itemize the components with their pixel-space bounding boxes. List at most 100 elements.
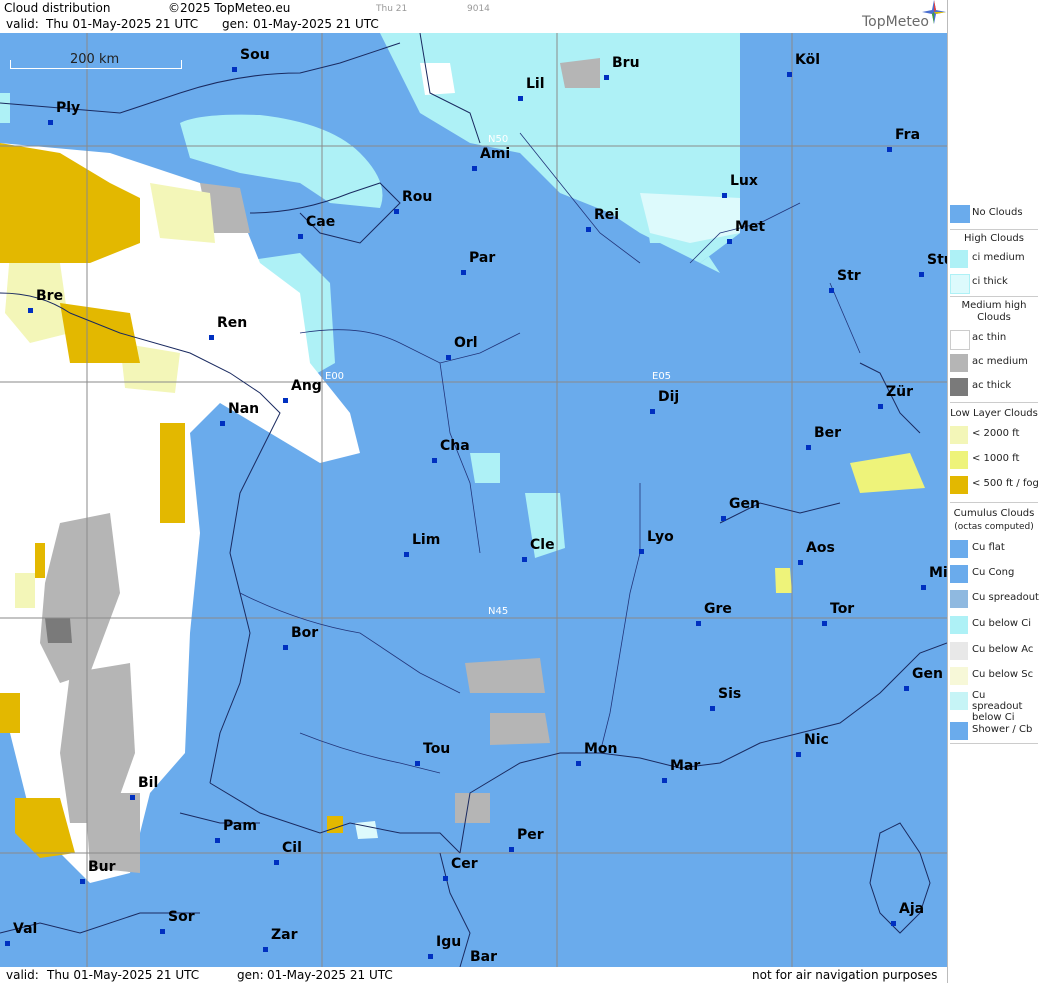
city-name: Mar (670, 758, 701, 774)
city-name: Sou (240, 47, 270, 63)
city-name: Aja (899, 901, 925, 917)
footer-gen-label: gen: (237, 968, 264, 982)
legend-shower-cb: Shower / Cb (948, 720, 1039, 742)
city-marker-icon (710, 706, 715, 711)
city-name: Aos (806, 540, 835, 556)
city-marker-icon (428, 954, 433, 959)
city-name: Mon (584, 741, 618, 757)
city-marker-icon (806, 445, 811, 450)
city-marker-icon (509, 847, 514, 852)
city-marker-icon (721, 516, 726, 521)
city-name: Igu (436, 934, 462, 950)
city-marker-icon (232, 67, 237, 72)
city-marker-icon (787, 72, 792, 77)
city-marker-icon (822, 621, 827, 626)
valid-label: valid: (6, 17, 39, 31)
city-marker-icon (28, 308, 33, 313)
legend-swatch-shower-cb (950, 722, 968, 740)
legend-swatch-cu-spreadout (950, 590, 968, 608)
city-name: Ang (291, 378, 322, 394)
city-marker-icon (696, 621, 701, 626)
city-marker-icon (274, 860, 279, 865)
city-marker-icon (220, 421, 225, 426)
city-marker-icon (662, 778, 667, 783)
city-name: Ren (217, 315, 248, 331)
legend-low-500: < 500 ft / fog (948, 474, 1039, 496)
legend-swatch-ac-medium (950, 354, 968, 372)
legend-cu-below-sc: Cu below Sc (948, 665, 1039, 687)
city-marker-icon (518, 96, 523, 101)
city-marker-icon (461, 270, 466, 275)
city-name: Bor (291, 625, 319, 641)
city-marker-icon (394, 209, 399, 214)
legend-low-2000: < 2000 ft (948, 424, 1039, 446)
legend-label-cu-spreadout-below-ci: Cu spreadout below Ci (972, 690, 1023, 723)
legend-no-clouds: No Clouds (948, 203, 1039, 225)
footer-valid-value: Thu 01-May-2025 21 UTC (47, 968, 200, 982)
legend-label-low-1000: < 1000 ft (972, 453, 1020, 464)
city-marker-icon (80, 879, 85, 884)
legend-swatch-cu-spreadout-below-ci (950, 692, 968, 710)
grid-label-e00: E00 (325, 371, 345, 382)
city-marker-icon (160, 929, 165, 934)
city-name: Gen (912, 666, 943, 682)
city-name: Sis (718, 686, 742, 702)
legend-label-cu-cong: Cu Cong (972, 567, 1015, 578)
legend-swatch-ac-thin (950, 330, 970, 350)
legend-head-medium: Medium high Clouds (961, 300, 1027, 323)
city-name: Sor (168, 909, 195, 925)
compass-logo-icon (922, 0, 946, 24)
city-name: Bar (470, 949, 498, 965)
city-marker-icon (639, 549, 644, 554)
legend-sep (950, 296, 1038, 297)
city-name: Lux (730, 173, 758, 189)
city-name: Gre (704, 601, 732, 617)
copyright: ©2025 TopMeteo.eu (168, 1, 291, 15)
city-marker-icon (209, 335, 214, 340)
legend-label-shower-cb: Shower / Cb (972, 724, 1033, 735)
city-marker-icon (48, 120, 53, 125)
grid-label-n45: N45 (488, 606, 509, 617)
gen-label: gen: (222, 17, 249, 31)
legend-swatch-no-clouds (950, 205, 970, 223)
legend-label-cu-flat: Cu flat (972, 542, 1005, 553)
footer-valid-label: valid: (6, 968, 39, 982)
grid-label-n50: N50 (488, 134, 509, 145)
city-marker-icon (798, 560, 803, 565)
ac-thick-areas (45, 618, 72, 643)
valid-value: Thu 01-May-2025 21 UTC (46, 17, 199, 31)
legend-label-ac-thick: ac thick (972, 380, 1012, 391)
city-name: Val (13, 921, 38, 937)
legend-head-cumulus-sub: (octas computed) (954, 522, 1034, 532)
legend-low-1000: < 1000 ft (948, 449, 1039, 471)
legend-swatch-ac-thick (950, 378, 968, 396)
city-name: Tor (830, 601, 855, 617)
legend-label-cu-spreadout: Cu spreadout (972, 592, 1039, 603)
city-name: Met (735, 219, 766, 235)
city-name: Bru (612, 55, 640, 71)
city-name: Tou (423, 741, 451, 757)
city-name: Lim (412, 532, 441, 548)
footer: valid: Thu 01-May-2025 21 UTC gen: 01-Ma… (0, 967, 947, 983)
city-marker-icon (727, 239, 732, 244)
city-name: Cle (530, 537, 555, 553)
city-marker-icon (263, 947, 268, 952)
city-name: Ber (814, 425, 842, 441)
city-name: Lil (526, 76, 545, 92)
city-marker-icon (796, 752, 801, 757)
gen-value: 01-May-2025 21 UTC (253, 17, 379, 31)
city-name: Zür (886, 384, 914, 400)
cloud-map[interactable]: 200 km N50 N45 W05 E00 E05 Sou Bru Köl Ply L… (0, 33, 947, 967)
legend-ac-thin: ac thin (948, 328, 1039, 350)
legend-cu-spreadout-below-ci: Cu spreadout below Ci (948, 690, 1039, 723)
legend-label-low-500: < 500 ft / fog (972, 478, 1039, 489)
city-name: Köl (795, 52, 821, 68)
city-marker-icon (829, 288, 834, 293)
city-name: Cer (451, 856, 478, 872)
legend-label-ci-medium: ci medium (972, 252, 1025, 263)
scale-label: 200 km (70, 52, 120, 67)
city-marker-icon (443, 876, 448, 881)
legend-sep (950, 229, 1038, 230)
legend-ac-thick: ac thick (948, 376, 1039, 398)
legend-swatch-ci-thick (950, 274, 970, 294)
